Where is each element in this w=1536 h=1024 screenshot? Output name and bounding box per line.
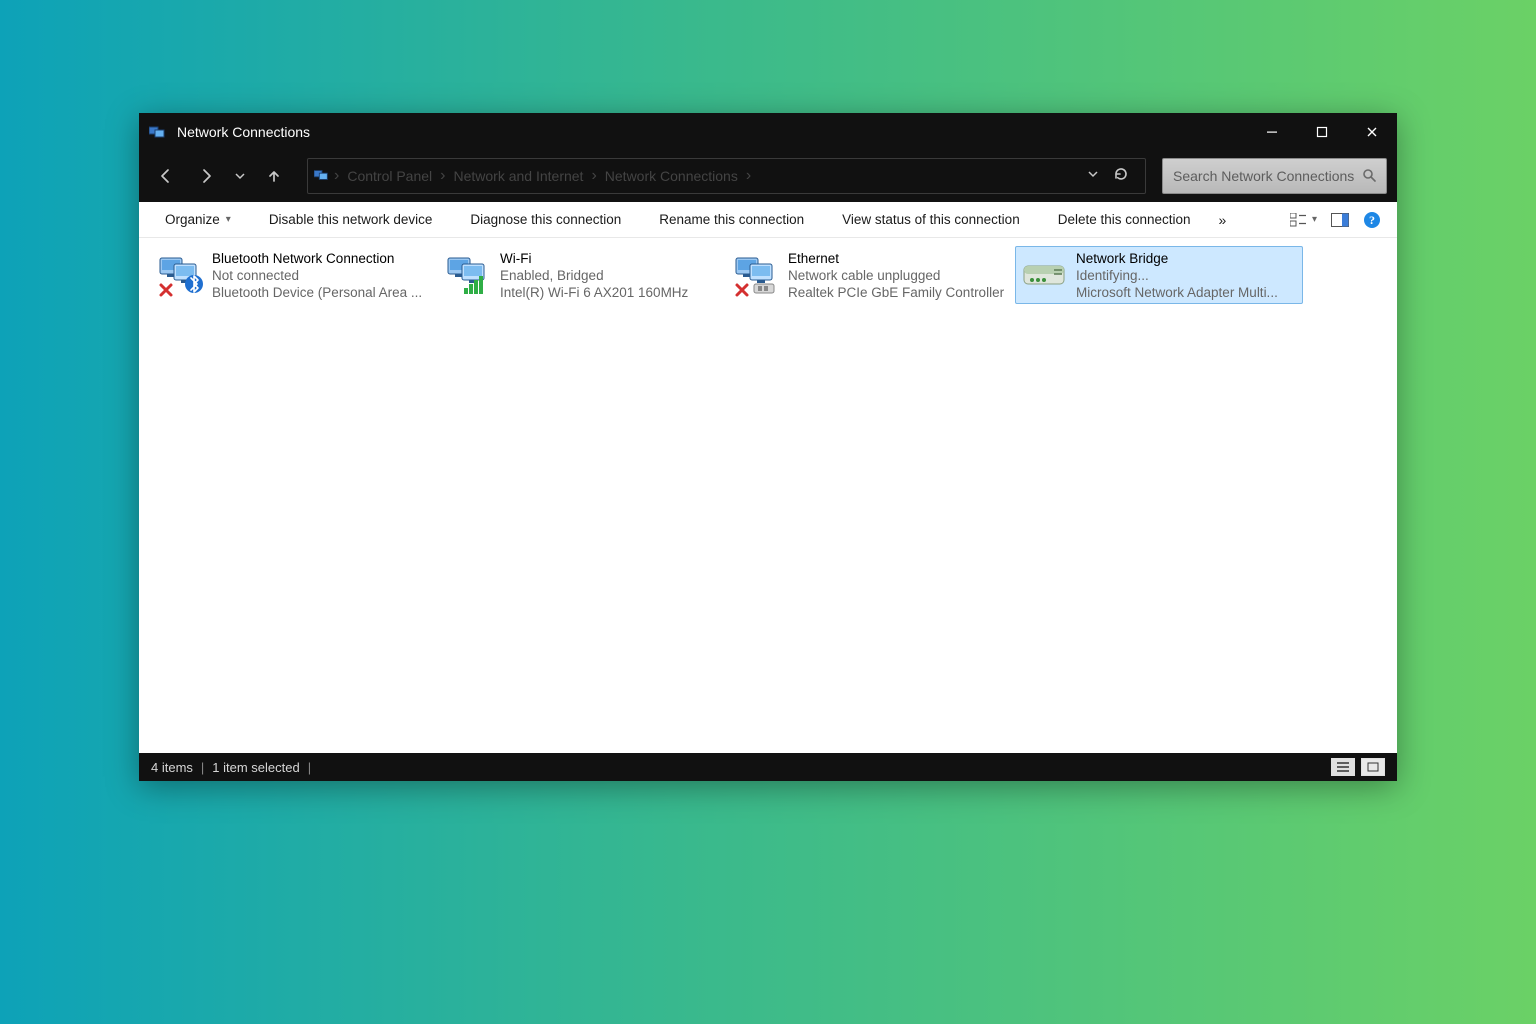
search-box[interactable] bbox=[1162, 158, 1387, 194]
connection-status: Enabled, Bridged bbox=[500, 268, 688, 285]
cmd-label: Organize bbox=[165, 212, 220, 227]
bridge-adapter-icon bbox=[1020, 251, 1068, 301]
close-button[interactable] bbox=[1347, 113, 1397, 150]
recent-dropdown[interactable] bbox=[229, 159, 251, 193]
help-button[interactable]: ? bbox=[1363, 211, 1381, 229]
minimize-button[interactable] bbox=[1247, 113, 1297, 150]
chevron-right-icon: › bbox=[440, 167, 445, 185]
status-separator: | bbox=[300, 760, 319, 775]
connection-device: Intel(R) Wi-Fi 6 AX201 160MHz bbox=[500, 285, 688, 302]
svg-text:?: ? bbox=[1369, 213, 1375, 227]
details-view-toggle[interactable] bbox=[1331, 758, 1355, 776]
cmd-label: Disable this network device bbox=[269, 212, 433, 227]
rename-button[interactable]: Rename this connection bbox=[645, 202, 818, 237]
disable-device-button[interactable]: Disable this network device bbox=[255, 202, 447, 237]
delete-button[interactable]: Delete this connection bbox=[1044, 202, 1205, 237]
chevron-down-icon: ▾ bbox=[226, 214, 231, 225]
diagnose-button[interactable]: Diagnose this connection bbox=[456, 202, 635, 237]
wifi-adapter-icon bbox=[444, 251, 492, 301]
navbar: › Control Panel › Network and Internet ›… bbox=[139, 150, 1397, 202]
breadcrumb-segment[interactable]: Control Panel bbox=[343, 168, 436, 184]
connection-name: Network Bridge bbox=[1076, 251, 1278, 268]
breadcrumb-segment[interactable]: Network and Internet bbox=[449, 168, 587, 184]
window: Network Connections bbox=[139, 113, 1397, 781]
content-area[interactable]: Bluetooth Network Connection Not connect… bbox=[139, 238, 1397, 753]
view-status-button[interactable]: View status of this connection bbox=[828, 202, 1034, 237]
search-input[interactable] bbox=[1173, 168, 1362, 184]
address-icon bbox=[314, 168, 330, 184]
connection-status: Not connected bbox=[212, 268, 422, 285]
status-bar: 4 items | 1 item selected | bbox=[139, 753, 1397, 781]
command-bar: Organize ▾ Disable this network device D… bbox=[139, 202, 1397, 238]
search-icon[interactable] bbox=[1362, 168, 1376, 185]
connection-status: Network cable unplugged bbox=[788, 268, 1004, 285]
connection-item[interactable]: Ethernet Network cable unplugged Realtek… bbox=[727, 246, 1015, 304]
ethernet-adapter-icon bbox=[732, 251, 780, 301]
large-icons-view-toggle[interactable] bbox=[1361, 758, 1385, 776]
up-button[interactable] bbox=[257, 159, 291, 193]
cmd-label: View status of this connection bbox=[842, 212, 1020, 227]
bluetooth-adapter-icon bbox=[156, 251, 204, 301]
breadcrumb-segment[interactable]: Network Connections bbox=[601, 168, 742, 184]
connection-device: Realtek PCIe GbE Family Controller bbox=[788, 285, 1004, 302]
maximize-button[interactable] bbox=[1297, 113, 1347, 150]
more-commands[interactable]: » bbox=[1205, 202, 1241, 237]
connection-name: Wi-Fi bbox=[500, 251, 688, 268]
connection-item[interactable]: Wi-Fi Enabled, Bridged Intel(R) Wi-Fi 6 … bbox=[439, 246, 727, 304]
chevron-down-icon: ▾ bbox=[1312, 214, 1317, 225]
connection-name: Ethernet bbox=[788, 251, 1004, 268]
chevron-right-icon: › bbox=[334, 167, 339, 185]
chevron-right-icon: › bbox=[591, 167, 596, 185]
titlebar[interactable]: Network Connections bbox=[139, 113, 1397, 150]
connection-device: Bluetooth Device (Personal Area ... bbox=[212, 285, 422, 302]
connection-item[interactable]: Bluetooth Network Connection Not connect… bbox=[151, 246, 439, 304]
item-count: 4 items bbox=[151, 760, 193, 775]
change-view-button[interactable]: ▾ bbox=[1290, 213, 1317, 227]
connection-status: Identifying... bbox=[1076, 268, 1278, 285]
address-bar[interactable]: › Control Panel › Network and Internet ›… bbox=[307, 158, 1146, 194]
cmd-label: Delete this connection bbox=[1058, 212, 1191, 227]
connection-item[interactable]: Network Bridge Identifying... Microsoft … bbox=[1015, 246, 1303, 304]
address-history-dropdown[interactable] bbox=[1087, 167, 1099, 185]
selected-count: 1 item selected bbox=[212, 760, 299, 775]
cmd-label: Diagnose this connection bbox=[470, 212, 621, 227]
connection-device: Microsoft Network Adapter Multi... bbox=[1076, 285, 1278, 302]
connection-name: Bluetooth Network Connection bbox=[212, 251, 422, 268]
app-icon bbox=[149, 125, 167, 139]
back-button[interactable] bbox=[149, 159, 183, 193]
chevron-right-icon: › bbox=[746, 167, 751, 185]
status-separator: | bbox=[193, 760, 212, 775]
organize-menu[interactable]: Organize ▾ bbox=[151, 202, 245, 237]
forward-button[interactable] bbox=[189, 159, 223, 193]
preview-pane-button[interactable] bbox=[1331, 213, 1349, 227]
refresh-button[interactable] bbox=[1113, 166, 1129, 187]
window-title: Network Connections bbox=[177, 124, 310, 140]
cmd-label: Rename this connection bbox=[659, 212, 804, 227]
